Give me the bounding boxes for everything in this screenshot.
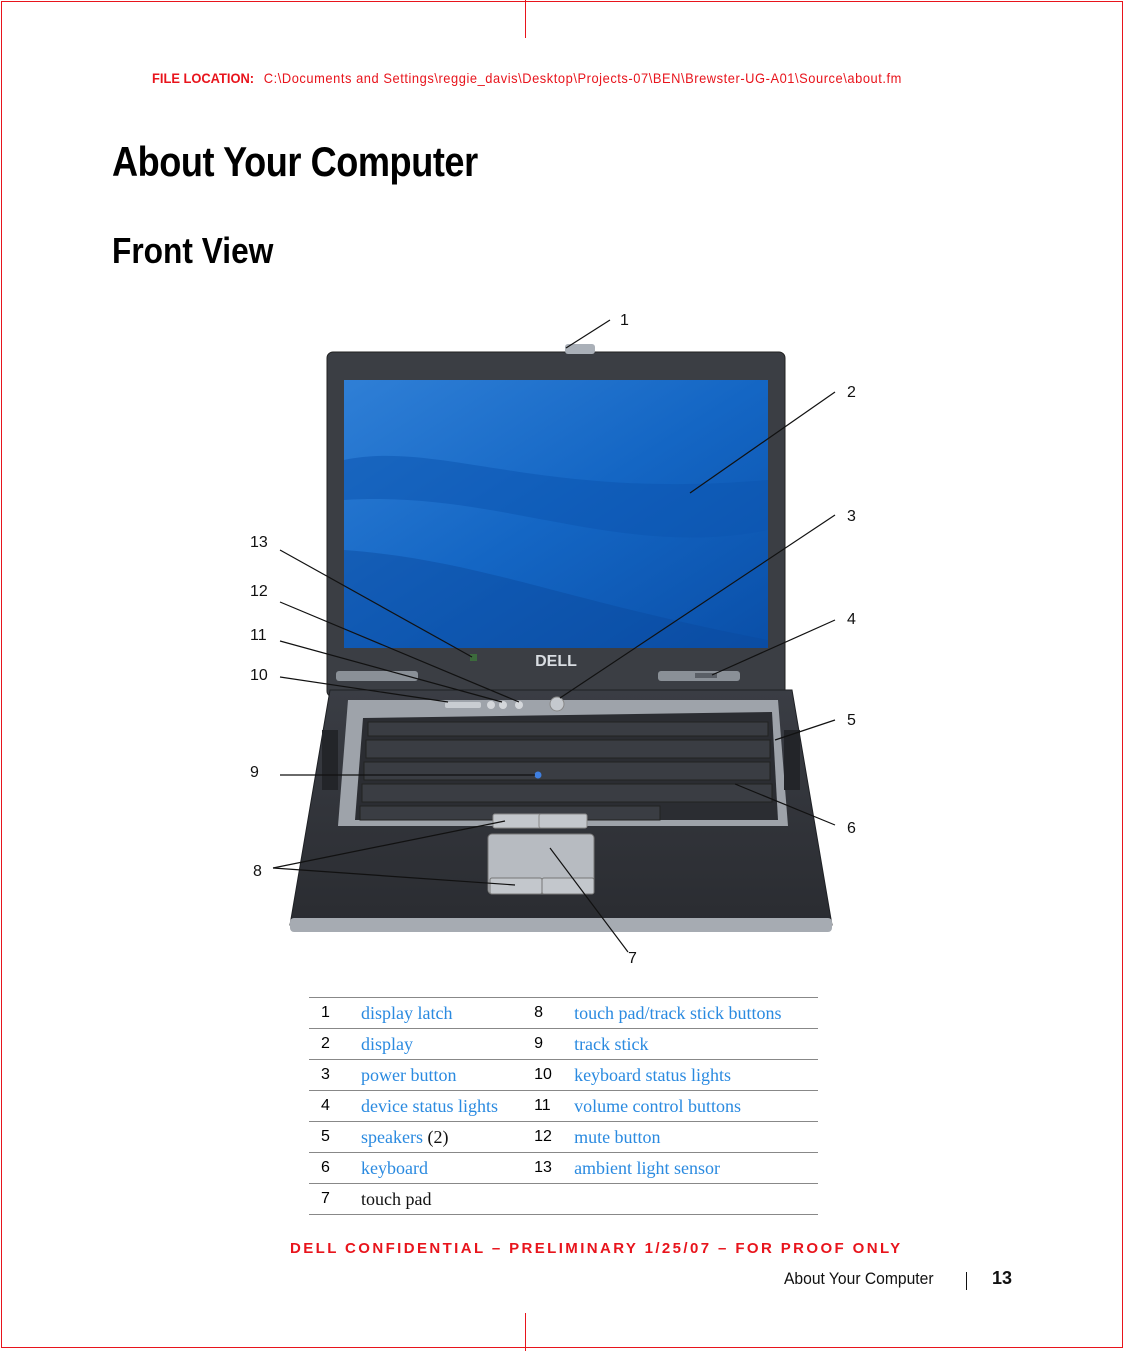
confidential-notice: DELL CONFIDENTIAL – PRELIMINARY 1/25/07 … xyxy=(290,1240,903,1257)
callout-legend-table: 1 display latch 8 touch pad/track stick … xyxy=(309,997,818,1215)
legend-link[interactable]: device status lights xyxy=(361,1090,523,1122)
legend-num: 5 xyxy=(309,1121,361,1153)
legend-suffix: (2) xyxy=(427,1126,449,1147)
callout-4: 4 xyxy=(847,611,856,628)
laptop-illustration: DELL 1 2 3 4 5 6 7 8 9 10 11 12 13 xyxy=(250,312,856,967)
legend-link[interactable]: track stick xyxy=(574,1028,818,1060)
speaker-left xyxy=(322,730,338,790)
file-location-path: C:\Documents and Settings\reggie_davis\D… xyxy=(263,70,902,86)
speaker-right xyxy=(784,730,800,790)
section-title: Front View xyxy=(112,230,274,271)
table-row: 7 touch pad xyxy=(309,1183,818,1215)
legend-link[interactable]: ambient light sensor xyxy=(574,1152,818,1184)
callout-2: 2 xyxy=(847,384,856,401)
table-row: 5 speakers (2) 12 mute button xyxy=(309,1121,818,1153)
front-edge xyxy=(290,918,832,932)
legend-link[interactable]: volume control buttons xyxy=(574,1090,818,1122)
track-stick-right-button xyxy=(538,813,588,829)
legend-link[interactable]: keyboard status lights xyxy=(574,1059,818,1091)
mute-button xyxy=(515,701,523,709)
legend-num: 1 xyxy=(309,997,361,1029)
callout-3: 3 xyxy=(847,508,856,525)
legend-num: 2 xyxy=(309,1028,361,1060)
legend-link[interactable]: speakers xyxy=(361,1127,423,1147)
legend-num: 13 xyxy=(522,1152,575,1184)
legend-num: 11 xyxy=(522,1090,575,1122)
callout-6: 6 xyxy=(847,820,856,837)
callout-5: 5 xyxy=(847,712,856,729)
legend-num: 3 xyxy=(309,1059,361,1091)
track-stick xyxy=(534,771,542,779)
chapter-title: About Your Computer xyxy=(112,138,478,185)
legend-link[interactable]: display latch xyxy=(361,997,523,1029)
legend-num: 8 xyxy=(522,997,575,1029)
file-location: FILE LOCATION: C:\Documents and Settings… xyxy=(152,70,902,86)
keyboard-status-lights xyxy=(445,702,481,708)
callout-12: 12 xyxy=(250,583,268,600)
legend-num: 12 xyxy=(522,1121,575,1153)
page-number: 13 xyxy=(992,1268,1013,1288)
legend-link[interactable]: mute button xyxy=(574,1121,818,1153)
callout-13: 13 xyxy=(250,534,268,551)
legend-label: touch pad xyxy=(361,1183,523,1215)
table-row: 3 power button 10 keyboard status lights xyxy=(309,1059,818,1091)
legend-link[interactable]: power button xyxy=(361,1059,523,1091)
legend-num xyxy=(522,1183,575,1215)
running-footer-title: About Your Computer xyxy=(784,1269,934,1288)
table-row: 6 keyboard 13 ambient light sensor xyxy=(309,1152,818,1184)
file-location-label: FILE LOCATION: xyxy=(152,70,255,86)
callout-11: 11 xyxy=(250,627,267,644)
volume-down-button xyxy=(487,701,495,709)
table-row: 1 display latch 8 touch pad/track stick … xyxy=(309,997,818,1029)
power-button xyxy=(549,696,565,712)
crop-mark-top xyxy=(525,0,526,38)
touch-pad-right-button xyxy=(541,877,595,895)
volume-up-button xyxy=(499,701,507,709)
legend-link[interactable]: display xyxy=(361,1028,523,1060)
legend-num: 10 xyxy=(522,1059,575,1091)
callout-10: 10 xyxy=(250,667,268,684)
legend-num: 6 xyxy=(309,1152,361,1184)
dell-logo: DELL xyxy=(535,653,577,670)
legend-label xyxy=(574,1183,818,1215)
legend-num: 9 xyxy=(522,1028,575,1060)
ambient-light-sensor xyxy=(470,654,477,661)
table-row: 2 display 9 track stick xyxy=(309,1028,818,1060)
footer-divider xyxy=(966,1272,967,1290)
legend-cell: speakers (2) xyxy=(361,1121,523,1153)
callout-1: 1 xyxy=(620,312,629,329)
crop-mark-bottom xyxy=(525,1313,526,1351)
callout-7: 7 xyxy=(628,950,637,967)
table-row: 4 device status lights 11 volume control… xyxy=(309,1090,818,1122)
legend-num: 7 xyxy=(309,1183,361,1215)
callout-9: 9 xyxy=(250,764,259,781)
legend-num: 4 xyxy=(309,1090,361,1122)
touch-pad-left-button xyxy=(489,877,543,895)
laptop-figure: DELL 1 2 3 4 5 6 7 8 9 10 11 12 13 xyxy=(240,300,880,980)
legend-link[interactable]: touch pad/track stick buttons xyxy=(574,997,818,1029)
legend-link[interactable]: keyboard xyxy=(361,1152,523,1184)
callout-8: 8 xyxy=(253,863,262,880)
